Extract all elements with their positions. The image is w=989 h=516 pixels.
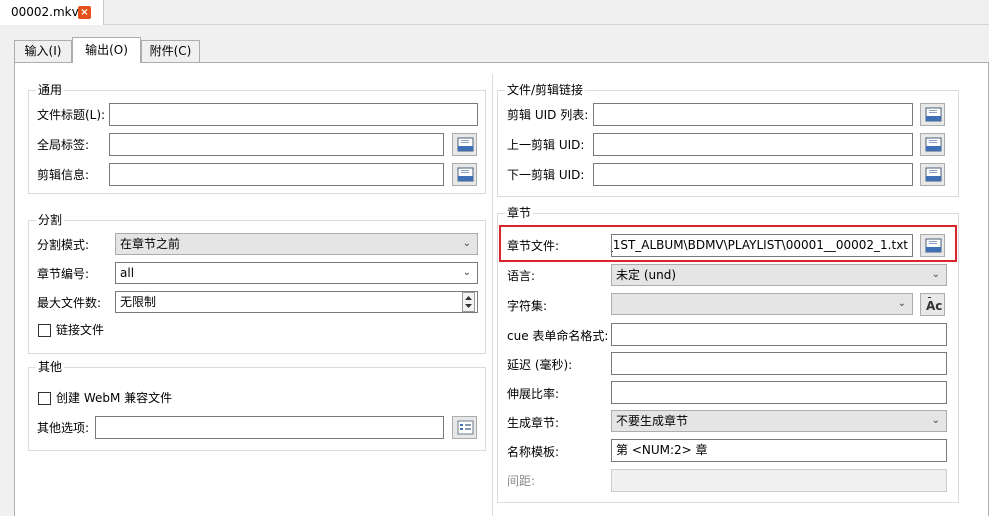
- chapters-group-title: 章节: [505, 205, 534, 221]
- chevron-down-icon: ⌄: [462, 238, 471, 249]
- spin-arrows-icon[interactable]: [462, 292, 475, 312]
- file-title-label: 文件标题(L):: [37, 108, 106, 122]
- browse-segment-info-button[interactable]: [452, 163, 477, 186]
- webm-checkbox[interactable]: [38, 392, 51, 405]
- highlight-box: [499, 225, 957, 262]
- file-tab-label: 00002.mkv: [11, 5, 79, 19]
- tab-output[interactable]: 输出(O): [72, 37, 141, 63]
- segment-info-input[interactable]: [109, 163, 444, 186]
- cue-label: cue 表单命名格式:: [507, 329, 609, 343]
- other-options-label: 其他选项:: [37, 421, 90, 435]
- chapter-numbers-label: 章节编号:: [37, 267, 90, 281]
- next-uid-input[interactable]: [593, 163, 913, 186]
- language-label: 语言:: [507, 269, 536, 283]
- webm-label: 创建 WebM 兼容文件: [56, 391, 173, 405]
- generate-chapters-label: 生成章节:: [507, 416, 560, 430]
- tab-attachments[interactable]: 附件(C): [141, 40, 200, 62]
- file-tab[interactable]: 00002.mkv ×: [0, 0, 104, 25]
- chevron-down-icon: ⌄: [931, 269, 940, 280]
- browse-prev-uid-button[interactable]: [920, 133, 945, 156]
- link-files-label: 链接文件: [56, 323, 105, 337]
- tabbar-divider: [104, 24, 989, 25]
- browse-file-icon: [457, 137, 474, 152]
- close-icon[interactable]: ×: [78, 6, 91, 19]
- next-uid-label: 下一剪辑 UID:: [507, 168, 585, 182]
- chevron-down-icon: ⌄: [931, 415, 940, 426]
- cue-name-format-input[interactable]: [611, 323, 947, 346]
- delay-label: 延迟 (毫秒):: [507, 358, 573, 372]
- svg-text:Ac: Ac: [926, 299, 942, 312]
- name-template-input[interactable]: 第 <NUM:2> 章: [611, 439, 947, 462]
- tab-input-label: 输入(I): [24, 44, 62, 58]
- max-files-value: 无限制: [120, 295, 157, 309]
- other-group-title: 其他: [36, 359, 65, 375]
- detect-charset-button[interactable]: Ac: [920, 293, 945, 316]
- split-group-title: 分割: [36, 212, 65, 228]
- interval-label: 间距:: [507, 474, 536, 488]
- uid-list-input[interactable]: [593, 103, 913, 126]
- browse-file-icon: [925, 167, 942, 182]
- column-divider: [492, 74, 493, 516]
- tab-output-label: 输出(O): [85, 43, 128, 57]
- edit-options-button[interactable]: [452, 416, 477, 439]
- split-mode-value: 在章节之前: [120, 237, 181, 251]
- prev-uid-label: 上一剪辑 UID:: [507, 138, 585, 152]
- browse-uid-list-button[interactable]: [920, 103, 945, 126]
- generate-chapters-value: 不要生成章节: [616, 414, 689, 428]
- stretch-label: 伸展比率:: [507, 387, 560, 401]
- browse-global-tags-button[interactable]: [452, 133, 477, 156]
- browse-file-icon: [457, 167, 474, 182]
- charset-icon: Ac: [926, 297, 942, 312]
- delay-input[interactable]: [611, 352, 947, 375]
- browse-file-icon: [925, 137, 942, 152]
- tab-input[interactable]: 输入(I): [14, 40, 72, 62]
- browse-next-uid-button[interactable]: [920, 163, 945, 186]
- global-tags-input[interactable]: [109, 133, 444, 156]
- split-mode-label: 分割模式:: [37, 238, 90, 252]
- global-tags-label: 全局标签:: [37, 138, 90, 152]
- prev-uid-input[interactable]: [593, 133, 913, 156]
- language-select[interactable]: 未定 (und) ⌄: [611, 264, 947, 286]
- segment-info-label: 剪辑信息:: [37, 168, 90, 182]
- chevron-down-icon: ⌄: [897, 298, 906, 309]
- charset-label: 字符集:: [507, 299, 548, 313]
- uid-list-label: 剪辑 UID 列表:: [507, 108, 589, 122]
- general-group-title: 通用: [36, 82, 65, 98]
- stretch-input[interactable]: [611, 381, 947, 404]
- file-title-input[interactable]: [109, 103, 478, 126]
- browse-file-icon: [925, 107, 942, 122]
- charset-select[interactable]: ⌄: [611, 293, 913, 315]
- chapter-numbers-value: all: [120, 266, 135, 280]
- list-edit-icon: [457, 420, 474, 435]
- chevron-down-icon: ⌄: [462, 267, 471, 278]
- split-mode-select[interactable]: 在章节之前 ⌄: [115, 233, 478, 255]
- max-files-spinbox[interactable]: 无限制: [115, 291, 478, 313]
- segment-linking-group-title: 文件/剪辑链接: [505, 82, 586, 98]
- link-files-checkbox[interactable]: [38, 324, 51, 337]
- language-value: 未定 (und): [616, 268, 677, 282]
- interval-input[interactable]: [611, 469, 947, 492]
- tab-attachments-label: 附件(C): [149, 44, 192, 58]
- max-files-label: 最大文件数:: [37, 296, 102, 310]
- chapter-numbers-select[interactable]: all ⌄: [115, 262, 478, 284]
- generate-chapters-select[interactable]: 不要生成章节 ⌄: [611, 410, 947, 432]
- other-options-input[interactable]: [95, 416, 444, 439]
- name-template-label: 名称模板:: [507, 445, 560, 459]
